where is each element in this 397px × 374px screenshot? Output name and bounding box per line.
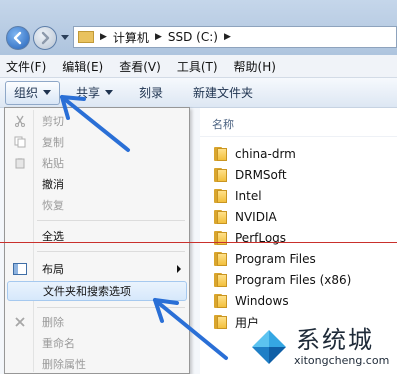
new-folder-label: 新建文件夹 [193,86,254,100]
delete-x-icon [7,316,33,328]
menu-item-label: 布局 [42,263,64,276]
menu-item-paste[interactable]: 粘贴 [7,153,187,173]
address-bar[interactable]: ▶ 计算机 ▶ SSD (C:) ▶ [73,26,397,48]
menu-item-layout[interactable]: 布局 [7,259,187,279]
back-arrow-icon [13,31,22,45]
folder-name: Program Files (x86) [235,273,352,287]
navigation-bar: ▶ 计算机 ▶ SSD (C:) ▶ [0,0,397,55]
command-bar: 组织 共享 刻录 新建文件夹 [0,78,397,108]
new-folder-button[interactable]: 新建文件夹 [185,82,261,104]
red-guide-line [0,242,397,243]
computer-icon [78,31,94,43]
folder-name: DRMSoft [235,168,287,182]
watermark-name: 系统城 [296,326,374,354]
menu-item-redo[interactable]: 恢复 [7,195,187,215]
list-item[interactable]: PerfLogs [214,228,286,248]
list-item[interactable]: Program Files (x86) [214,270,351,290]
watermark-url: xitongcheng.com [294,354,390,367]
organize-menu: 剪切 复制 粘贴 撤消 恢复 全选 布局 文件夹和搜索选项 删除 重命名 删除属… [4,107,190,374]
menu-bar: 文件(F) 编辑(E) 查看(V) 工具(T) 帮助(H) [0,55,397,78]
layout-icon [7,263,33,275]
menu-item-delete[interactable]: 删除 [7,312,187,332]
breadcrumb-arrow-icon[interactable]: ▶ [100,32,107,42]
copy-icon [7,136,33,148]
list-item[interactable]: DRMSoft [214,165,287,185]
folder-icon [214,188,228,204]
menu-divider [37,251,185,252]
breadcrumb-arrow-icon[interactable]: ▶ [224,32,231,42]
forward-button[interactable] [33,26,57,50]
folder-icon [214,146,228,162]
column-header-name[interactable]: 名称 [212,116,234,132]
folder-icon [214,251,228,267]
back-button[interactable] [6,26,30,50]
menu-item-label: 恢复 [42,199,64,212]
folder-name: NVIDIA [235,210,277,224]
menu-edit[interactable]: 编辑(E) [62,58,103,75]
menu-item-label: 删除属性 [42,358,86,371]
chevron-down-icon [105,90,114,95]
menu-view[interactable]: 查看(V) [119,58,161,75]
folder-name: Windows [235,294,289,308]
breadcrumb-drive[interactable]: SSD (C:) [168,30,218,44]
folder-icon [214,272,228,288]
breadcrumb-arrow-icon[interactable]: ▶ [155,32,162,42]
burn-button[interactable]: 刻录 [131,82,171,104]
menu-item-label: 撤消 [42,178,64,191]
menu-item-rename[interactable]: 重命名 [7,333,187,353]
recent-pages-chevron-icon[interactable] [61,35,69,40]
menu-help[interactable]: 帮助(H) [234,58,276,75]
folder-icon [214,167,228,183]
menu-item-label: 重命名 [42,337,75,350]
folder-icon [214,293,228,309]
list-item[interactable]: Windows [214,291,289,311]
paste-icon [7,157,33,169]
menu-item-label: 复制 [42,136,64,149]
folder-name: Program Files [235,252,316,266]
share-button[interactable]: 共享 [68,82,121,104]
folder-icon [214,230,228,246]
menu-tools[interactable]: 工具(T) [177,58,218,75]
list-item[interactable]: china-drm [214,144,296,164]
menu-file[interactable]: 文件(F) [6,58,46,75]
forward-arrow-icon [41,31,50,45]
menu-divider [37,220,185,221]
chevron-down-icon [43,90,52,95]
menu-item-label: 删除 [42,316,64,329]
breadcrumb-computer[interactable]: 计算机 [113,29,149,46]
watermark-logo: 系统城 xitongcheng.com [244,320,397,374]
list-item[interactable]: Program Files [214,249,316,269]
organize-label: 组织 [14,86,39,100]
logo-diamond-icon [247,325,291,369]
menu-divider [37,307,185,308]
submenu-arrow-icon [177,265,181,273]
list-item[interactable]: NVIDIA [214,207,277,227]
menu-item-select-all[interactable]: 全选 [7,226,187,246]
menu-item-copy[interactable]: 复制 [7,132,187,152]
burn-label: 刻录 [139,86,164,100]
menu-item-undo[interactable]: 撤消 [7,174,187,194]
folder-icon [214,209,228,225]
menu-item-label: 粘贴 [42,157,64,170]
folder-name: Intel [235,189,262,203]
menu-item-label: 剪切 [42,115,64,128]
organize-button[interactable]: 组织 [5,80,61,105]
menu-item-remove-properties[interactable]: 删除属性 [7,354,187,374]
share-label: 共享 [76,86,101,100]
menu-item-folder-options[interactable]: 文件夹和搜索选项 [7,281,187,301]
menu-item-label: 文件夹和搜索选项 [43,285,131,298]
folder-name: china-drm [235,147,296,161]
scissors-icon [7,115,33,127]
folder-icon [214,314,228,330]
list-item[interactable]: Intel [214,186,262,206]
menu-item-cut[interactable]: 剪切 [7,111,187,131]
